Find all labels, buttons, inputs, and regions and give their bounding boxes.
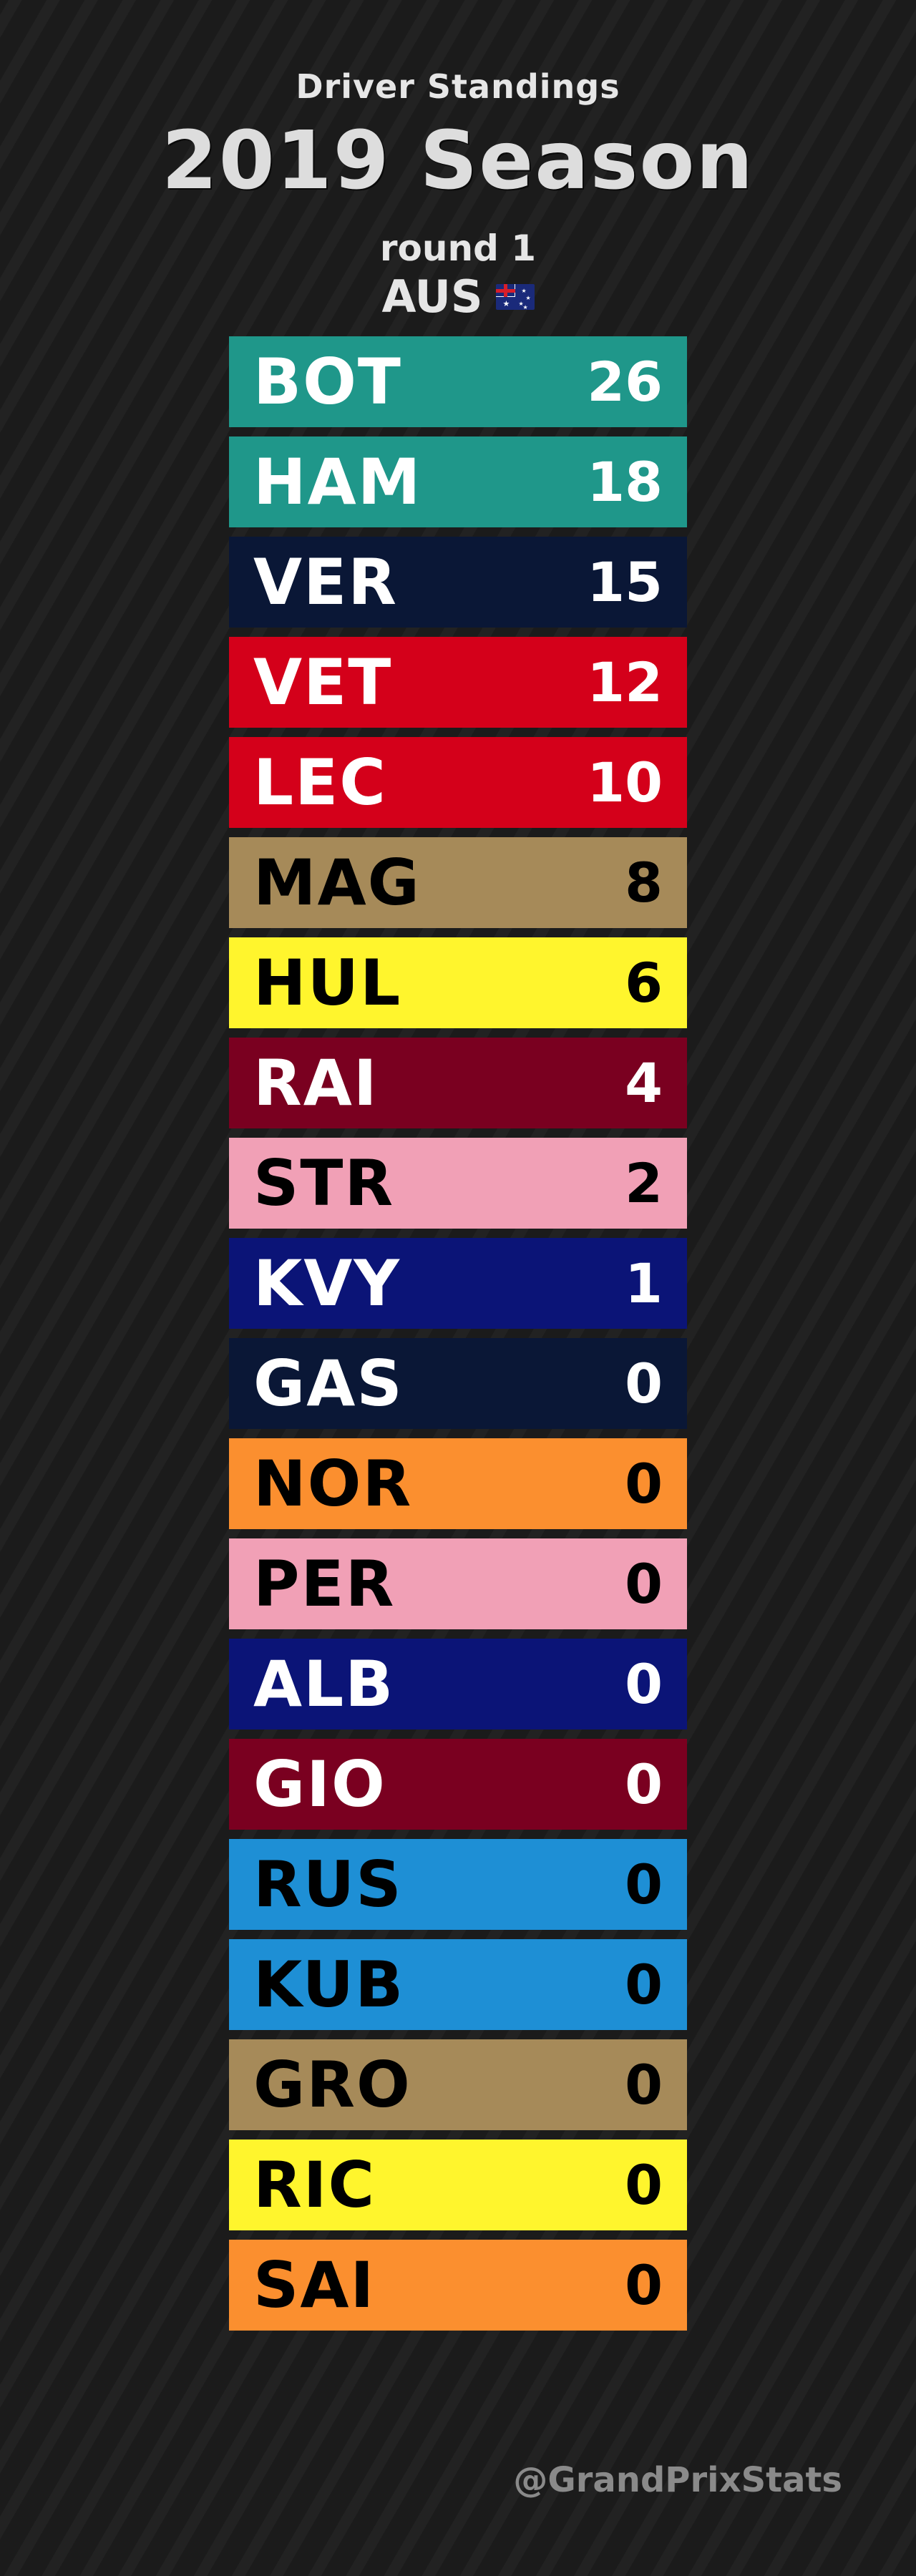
driver-code: HUL <box>253 946 402 1020</box>
driver-points: 0 <box>625 2253 663 2317</box>
driver-code: GAS <box>253 1347 404 1420</box>
driver-code: STR <box>253 1146 395 1220</box>
driver-code: SAI <box>253 2248 376 2322</box>
driver-code: LEC <box>253 746 387 819</box>
driver-points: 0 <box>625 1452 663 1516</box>
subtitle: Driver Standings <box>296 67 620 106</box>
standings-list: BOT 26 HAM 18 VER 15 VET 12 LEC 10 MAG 8 HUL 6 RAI 4 STR… <box>229 336 687 2340</box>
driver-points: 18 <box>587 450 663 514</box>
driver-code: MAG <box>253 846 421 919</box>
driver-row-lec: LEC 10 <box>229 737 687 828</box>
driver-code: ALB <box>253 1647 395 1721</box>
driver-row-vet: VET 12 <box>229 637 687 728</box>
driver-code: KUB <box>253 1948 405 2021</box>
driver-row-ric: RIC 0 <box>229 2140 687 2230</box>
driver-points: 0 <box>625 1953 663 2016</box>
race-code: AUS <box>381 270 483 323</box>
driver-points: 1 <box>625 1252 663 1315</box>
driver-points: 10 <box>587 751 663 814</box>
driver-points: 4 <box>625 1051 663 1115</box>
driver-points: 0 <box>625 1352 663 1415</box>
driver-points: 0 <box>625 1752 663 1816</box>
driver-code: GRO <box>253 2048 411 2122</box>
driver-code: GIO <box>253 1747 386 1821</box>
driver-points: 12 <box>587 650 663 714</box>
driver-row-ver: VER 15 <box>229 537 687 628</box>
driver-points: 0 <box>625 1652 663 1716</box>
race-label-row: AUS ★ ★ ★ ★ ★ <box>0 270 916 323</box>
driver-row-per: PER 0 <box>229 1538 687 1629</box>
driver-points: 0 <box>625 2053 663 2117</box>
australia-flag-icon: ★ ★ ★ ★ ★ <box>495 283 535 310</box>
driver-points: 6 <box>625 951 663 1015</box>
round-label: round 1 <box>379 228 537 269</box>
driver-code: VER <box>253 545 398 619</box>
driver-row-kub: KUB 0 <box>229 1939 687 2030</box>
driver-points: 0 <box>625 1853 663 1916</box>
driver-code: PER <box>253 1547 396 1621</box>
driver-code: RUS <box>253 1848 403 1921</box>
driver-row-str: STR 2 <box>229 1138 687 1229</box>
driver-points: 0 <box>625 2153 663 2217</box>
driver-points: 15 <box>587 550 663 614</box>
driver-points: 0 <box>625 1552 663 1616</box>
driver-code: HAM <box>253 445 422 519</box>
driver-row-bot: BOT 26 <box>229 336 687 427</box>
driver-code: NOR <box>253 1447 413 1521</box>
driver-row-rai: RAI 4 <box>229 1038 687 1128</box>
driver-points: 8 <box>625 851 663 914</box>
driver-row-gio: GIO 0 <box>229 1739 687 1830</box>
driver-code: RAI <box>253 1046 379 1120</box>
driver-points: 2 <box>625 1151 663 1215</box>
driver-row-gro: GRO 0 <box>229 2039 687 2130</box>
driver-row-ham: HAM 18 <box>229 436 687 527</box>
driver-row-hul: HUL 6 <box>229 937 687 1028</box>
driver-row-gas: GAS 0 <box>229 1338 687 1429</box>
footer-handle: @GrandPrixStats <box>513 2460 842 2500</box>
driver-row-mag: MAG 8 <box>229 837 687 928</box>
driver-code: BOT <box>253 345 402 419</box>
page-title: 2019 Season <box>161 114 755 208</box>
driver-code: VET <box>253 645 393 719</box>
driver-row-kvy: KVY 1 <box>229 1238 687 1329</box>
driver-points: 26 <box>587 350 663 414</box>
driver-code: RIC <box>253 2148 376 2222</box>
driver-row-alb: ALB 0 <box>229 1639 687 1729</box>
driver-row-rus: RUS 0 <box>229 1839 687 1930</box>
driver-row-nor: NOR 0 <box>229 1438 687 1529</box>
driver-code: KVY <box>253 1246 401 1320</box>
driver-row-sai: SAI 0 <box>229 2240 687 2331</box>
